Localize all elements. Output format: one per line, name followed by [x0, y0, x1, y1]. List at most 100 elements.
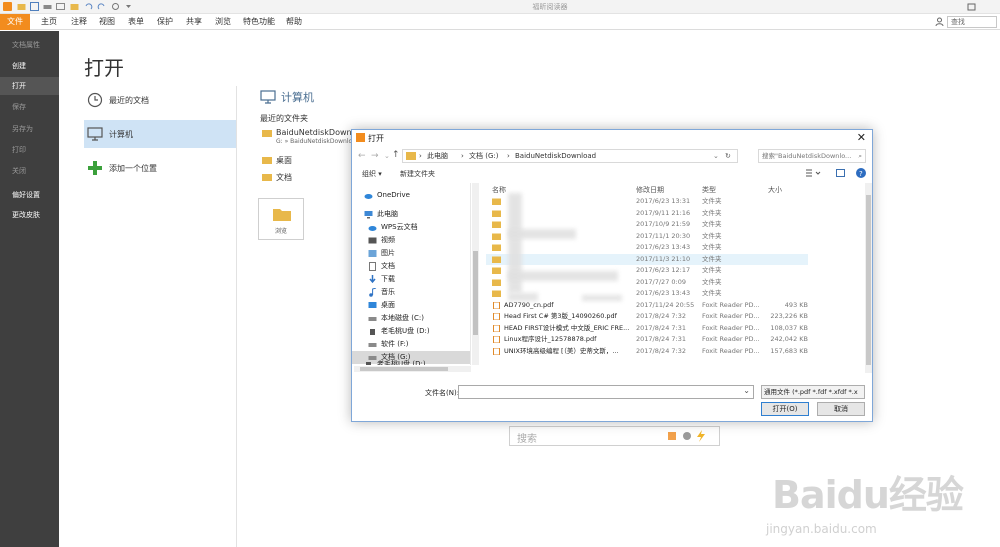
forward-icon[interactable]: →	[371, 151, 379, 161]
file-row[interactable]: UNIX环境高级编程 [（美）史蒂文斯，... 2017/8/24 7:32 Fox…	[486, 346, 808, 357]
close-icon[interactable]: ✕	[857, 131, 866, 144]
file-date: 2017/6/23 12:17	[636, 266, 691, 274]
sidebar-item-preferences[interactable]: 偏好设置	[0, 186, 59, 204]
new-folder-button[interactable]: 新建文件夹	[400, 169, 435, 179]
window-control-icon[interactable]	[967, 2, 976, 11]
file-size: 108,037 KB	[770, 323, 808, 332]
pdf-file-icon	[492, 347, 501, 355]
back-icon[interactable]: ←	[358, 151, 366, 161]
search-input[interactable]: 查找	[947, 16, 997, 28]
recent-folder-item[interactable]: 桌面	[262, 155, 292, 166]
file-type-select[interactable]: 通用文件 (*.pdf *.fdf *.xfdf *.x	[761, 385, 865, 399]
bookmark-icon[interactable]	[667, 431, 677, 441]
file-row[interactable]: Head First C# 第3版_14090260.pdf 2017/8/24 …	[486, 311, 808, 322]
cancel-button[interactable]: 取消	[817, 402, 865, 416]
open-icon[interactable]	[70, 2, 79, 11]
file-date: 2017/11/24 20:55	[636, 300, 695, 309]
sidebar-item-properties[interactable]: 文档属性	[0, 36, 59, 54]
nav-item[interactable]: 下载	[352, 273, 470, 286]
address-bar-row: ← → ⌄ ↑ › 此电脑 › 文档 (G:) › BaiduNetdiskDo…	[352, 148, 872, 164]
sidebar-item-save-as[interactable]: 另存为	[0, 120, 59, 138]
nav-item[interactable]: WPS云文档	[352, 221, 470, 234]
breadcrumb-item[interactable]: 文档 (G:)	[469, 150, 498, 162]
navigation-scrollbar[interactable]	[472, 183, 479, 365]
undo-icon[interactable]	[84, 2, 93, 11]
menu-browse[interactable]: 浏览	[210, 14, 236, 30]
sidebar-item-open[interactable]: 打开	[0, 77, 59, 95]
chevron-down-icon[interactable]: ⌄	[384, 152, 390, 160]
account-icon[interactable]	[935, 17, 944, 26]
recent-folder-item[interactable]: 文档	[262, 172, 292, 183]
sidebar-item-save[interactable]: 保存	[0, 98, 59, 116]
nav-item[interactable]: OneDrive	[352, 189, 470, 202]
sidebar-item-skin[interactable]: 更改皮肤	[0, 206, 59, 224]
menu-help[interactable]: 帮助	[281, 14, 307, 30]
save-icon[interactable]	[30, 2, 39, 11]
up-icon[interactable]: ↑	[392, 150, 400, 160]
nav-item[interactable]: 软件 (F:)	[352, 338, 470, 351]
menu-share[interactable]: 共享	[181, 14, 207, 30]
breadcrumb-item[interactable]: BaiduNetdiskDownload	[515, 150, 596, 162]
nav-item[interactable]: 视频	[352, 234, 470, 247]
customize-icon[interactable]	[124, 2, 133, 11]
video-icon	[368, 236, 377, 245]
option-add-location[interactable]: 添加一个位置	[84, 154, 236, 182]
sidebar-item-close[interactable]: 关闭	[0, 162, 59, 180]
dialog-search-input[interactable]: 搜索"BaiduNetdiskDownlo... ⌕	[758, 149, 866, 163]
file-row[interactable]: 2017/9/11 21:16 文件夹	[486, 208, 808, 219]
option-recent-documents[interactable]: 最近的文档	[84, 86, 236, 114]
nav-item[interactable]: 桌面	[352, 299, 470, 312]
file-row[interactable]: 2017/6/23 13:31 文件夹	[486, 196, 808, 207]
menu-comment[interactable]: 注释	[66, 14, 92, 30]
nav-item[interactable]: 图片	[352, 247, 470, 260]
browse-button[interactable]: 浏览	[258, 198, 304, 240]
menu-view[interactable]: 视图	[94, 14, 120, 30]
nav-item[interactable]: 文档	[352, 260, 470, 273]
address-breadcrumb[interactable]: › 此电脑 › 文档 (G:) › BaiduNetdiskDownload ⌄…	[402, 149, 738, 163]
file-row[interactable]: AD7790_cn.pdf 2017/11/24 20:55 Foxit Reade…	[486, 300, 808, 311]
help-icon[interactable]: ?	[856, 168, 866, 178]
nav-item[interactable]: 此电脑	[352, 208, 470, 221]
chevron-down-icon[interactable]: ⌄	[713, 150, 719, 162]
file-list-scrollbar[interactable]	[865, 183, 872, 373]
column-header-type[interactable]: 类型	[702, 185, 716, 195]
file-date: 2017/6/23 13:43	[636, 243, 691, 251]
bottom-search-input[interactable]: 搜索	[509, 426, 720, 446]
open-button[interactable]: 打开(O)	[761, 402, 809, 416]
settings-icon[interactable]	[682, 431, 692, 441]
file-row[interactable]: Linux程序设计_12578878.pdf 2017/8/24 7:31 Foxi…	[486, 334, 808, 345]
nav-item[interactable]: 老毛桃U盘 (D:)	[352, 358, 470, 365]
nav-item[interactable]: 本地磁盘 (C:)	[352, 312, 470, 325]
column-header-name[interactable]: 名称	[492, 185, 506, 195]
sidebar-item-print[interactable]: 打印	[0, 141, 59, 159]
hand-icon[interactable]	[111, 2, 120, 11]
redo-icon[interactable]	[97, 2, 106, 11]
nav-item[interactable]: 老毛桃U盘 (D:)	[352, 325, 470, 338]
nav-item[interactable]: 音乐	[352, 286, 470, 299]
breadcrumb-item[interactable]: 此电脑	[427, 150, 448, 162]
menu-form[interactable]: 表单	[123, 14, 149, 30]
chevron-down-icon[interactable]: ⌄	[743, 386, 750, 395]
filename-input[interactable]: ⌄	[458, 385, 754, 399]
file-row[interactable]: HEAD FIRST设计模式 中文版_ERIC FRE... 2017/8/24 …	[486, 323, 808, 334]
menu-features[interactable]: 特色功能	[239, 14, 279, 30]
menu-protect[interactable]: 保护	[152, 14, 178, 30]
refresh-icon[interactable]: ↻	[725, 150, 731, 162]
print-icon[interactable]	[43, 2, 52, 11]
menu-home[interactable]: 主页	[36, 14, 62, 30]
open-file-icon[interactable]	[17, 2, 26, 11]
organize-button[interactable]: 组织 ▾	[362, 169, 382, 179]
horizontal-scrollbar[interactable]	[354, 366, 471, 372]
file-row[interactable]: 2017/6/23 13:43 文件夹	[486, 242, 808, 253]
menu-file[interactable]: 文件	[0, 14, 30, 30]
option-computer[interactable]: 计算机	[84, 120, 236, 148]
file-row[interactable]: 2017/11/3 21:10 文件夹	[486, 253, 808, 265]
view-options-icon[interactable]	[806, 169, 822, 177]
lightning-icon[interactable]	[696, 430, 706, 442]
preview-pane-icon[interactable]	[836, 169, 845, 177]
email-icon[interactable]	[56, 2, 65, 11]
column-header-size[interactable]: 大小	[768, 185, 782, 195]
column-header-date[interactable]: 修改日期	[636, 185, 664, 195]
folder-icon	[406, 152, 416, 160]
sidebar-item-create[interactable]: 创建	[0, 57, 59, 75]
